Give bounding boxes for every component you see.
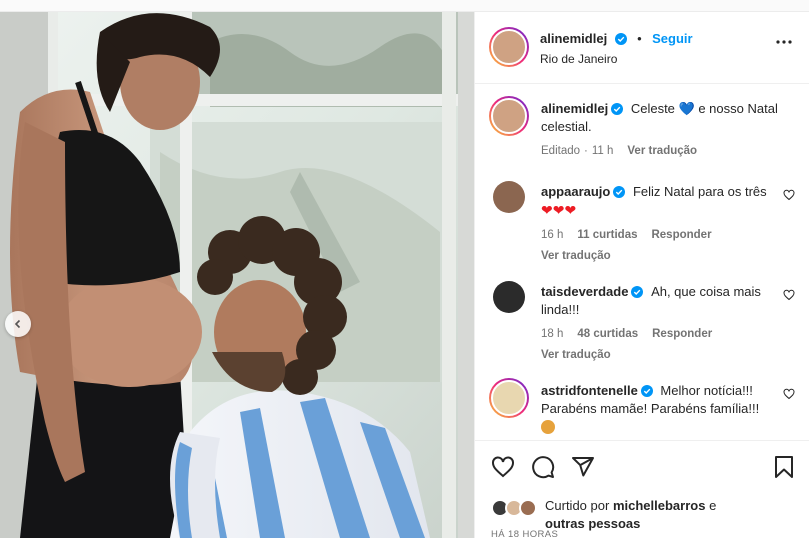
like-comment-heart-icon[interactable] xyxy=(783,388,795,400)
more-options-icon[interactable] xyxy=(776,40,792,44)
author-line: alinemidlej • Seguir xyxy=(540,30,693,48)
verified-badge-icon xyxy=(611,103,624,115)
liker-username[interactable]: michellebarros xyxy=(613,498,706,513)
comment-body: appaaraujo Feliz Natal para os três ❤❤❤ … xyxy=(541,183,781,265)
previous-photo-button[interactable] xyxy=(5,311,31,337)
comment-time[interactable]: 16 h xyxy=(541,229,563,241)
like-comment-heart-icon[interactable] xyxy=(783,289,795,301)
like-heart-icon[interactable] xyxy=(491,455,515,479)
commenter-avatar[interactable] xyxy=(493,281,525,313)
likes-and: e xyxy=(709,498,717,513)
comment-bubble-icon[interactable] xyxy=(531,455,555,479)
verified-badge-icon xyxy=(631,286,644,298)
emoji-partial xyxy=(541,420,555,434)
commenter-avatar[interactable] xyxy=(493,181,525,213)
verified-badge-icon xyxy=(613,186,626,198)
chevron-left-icon xyxy=(14,319,21,329)
commenter-avatar[interactable] xyxy=(489,378,529,418)
verified-badge-icon xyxy=(614,33,627,45)
follow-button[interactable]: Seguir xyxy=(652,31,692,46)
caption-text-start: Celeste xyxy=(630,101,675,116)
likes-summary: Curtido por michellebarros e outras pess… xyxy=(545,497,716,533)
see-translation-link[interactable]: Ver tradução xyxy=(541,247,781,265)
author-username[interactable]: alinemidlej xyxy=(540,31,607,46)
comment-body: astridfontenelle Melhor notícia!!! Parab… xyxy=(541,382,781,434)
like-comment-heart-icon[interactable] xyxy=(783,189,795,201)
comment-likes-count[interactable]: 48 curtidas xyxy=(577,328,638,340)
separator-dot: • xyxy=(637,31,642,46)
caption-meta: Editado · 11 h Ver tradução xyxy=(541,145,698,157)
liker-avatar[interactable] xyxy=(519,499,537,517)
red-hearts-emoji: ❤❤❤ xyxy=(541,202,577,218)
post-actions: Curtido por michellebarros e outras pess… xyxy=(475,440,809,538)
edited-label: Editado xyxy=(541,145,581,157)
share-send-icon[interactable] xyxy=(571,455,595,479)
comment-username[interactable]: astridfontenelle xyxy=(541,383,638,398)
comments-list[interactable]: alinemidlej Celeste 💙 e nosso Natal cele… xyxy=(475,85,809,439)
reply-button[interactable]: Responder xyxy=(651,229,711,241)
likes-prefix: Curtido por xyxy=(545,498,610,513)
post-timestamp[interactable]: HÁ 18 HORAS xyxy=(491,529,558,538)
comment-likes-count[interactable]: 11 curtidas xyxy=(577,229,637,241)
see-translation-link[interactable]: Ver tradução xyxy=(541,346,781,364)
post-header: alinemidlej • Seguir Rio de Janeiro xyxy=(475,12,809,84)
author-avatar[interactable] xyxy=(489,27,529,67)
post-location[interactable]: Rio de Janeiro xyxy=(540,52,617,66)
comment-body: taisdeverdade Ah, que coisa mais linda!!… xyxy=(541,283,781,364)
comment-meta: 18 h 48 curtidas Responder xyxy=(541,325,781,343)
bookmark-save-icon[interactable] xyxy=(773,455,795,479)
likes-others-link[interactable]: outras pessoas xyxy=(545,516,640,531)
blue-heart-emoji: 💙 xyxy=(678,101,695,116)
post-photo-illustration xyxy=(0,12,474,538)
verified-badge-icon xyxy=(640,385,653,397)
caption-body: alinemidlej Celeste 💙 e nosso Natal cele… xyxy=(541,100,781,160)
caption-time[interactable]: 11 h xyxy=(592,145,614,157)
comment-username[interactable]: appaaraujo xyxy=(541,184,610,199)
post-photo[interactable] xyxy=(0,12,474,538)
see-translation-link[interactable]: Ver tradução xyxy=(627,145,697,157)
caption-username[interactable]: alinemidlej xyxy=(541,101,608,116)
comment-username[interactable]: taisdeverdade xyxy=(541,284,628,299)
comment-meta: 16 h 11 curtidas Responder xyxy=(541,226,781,244)
comment-time[interactable]: 18 h xyxy=(541,328,563,340)
comment-text: Feliz Natal para os três xyxy=(632,184,767,199)
post-side-panel: alinemidlej • Seguir Rio de Janeiro alin… xyxy=(474,12,809,538)
reply-button[interactable]: Responder xyxy=(652,328,712,340)
caption-author-avatar[interactable] xyxy=(489,96,529,136)
browser-top-strip xyxy=(0,0,809,12)
